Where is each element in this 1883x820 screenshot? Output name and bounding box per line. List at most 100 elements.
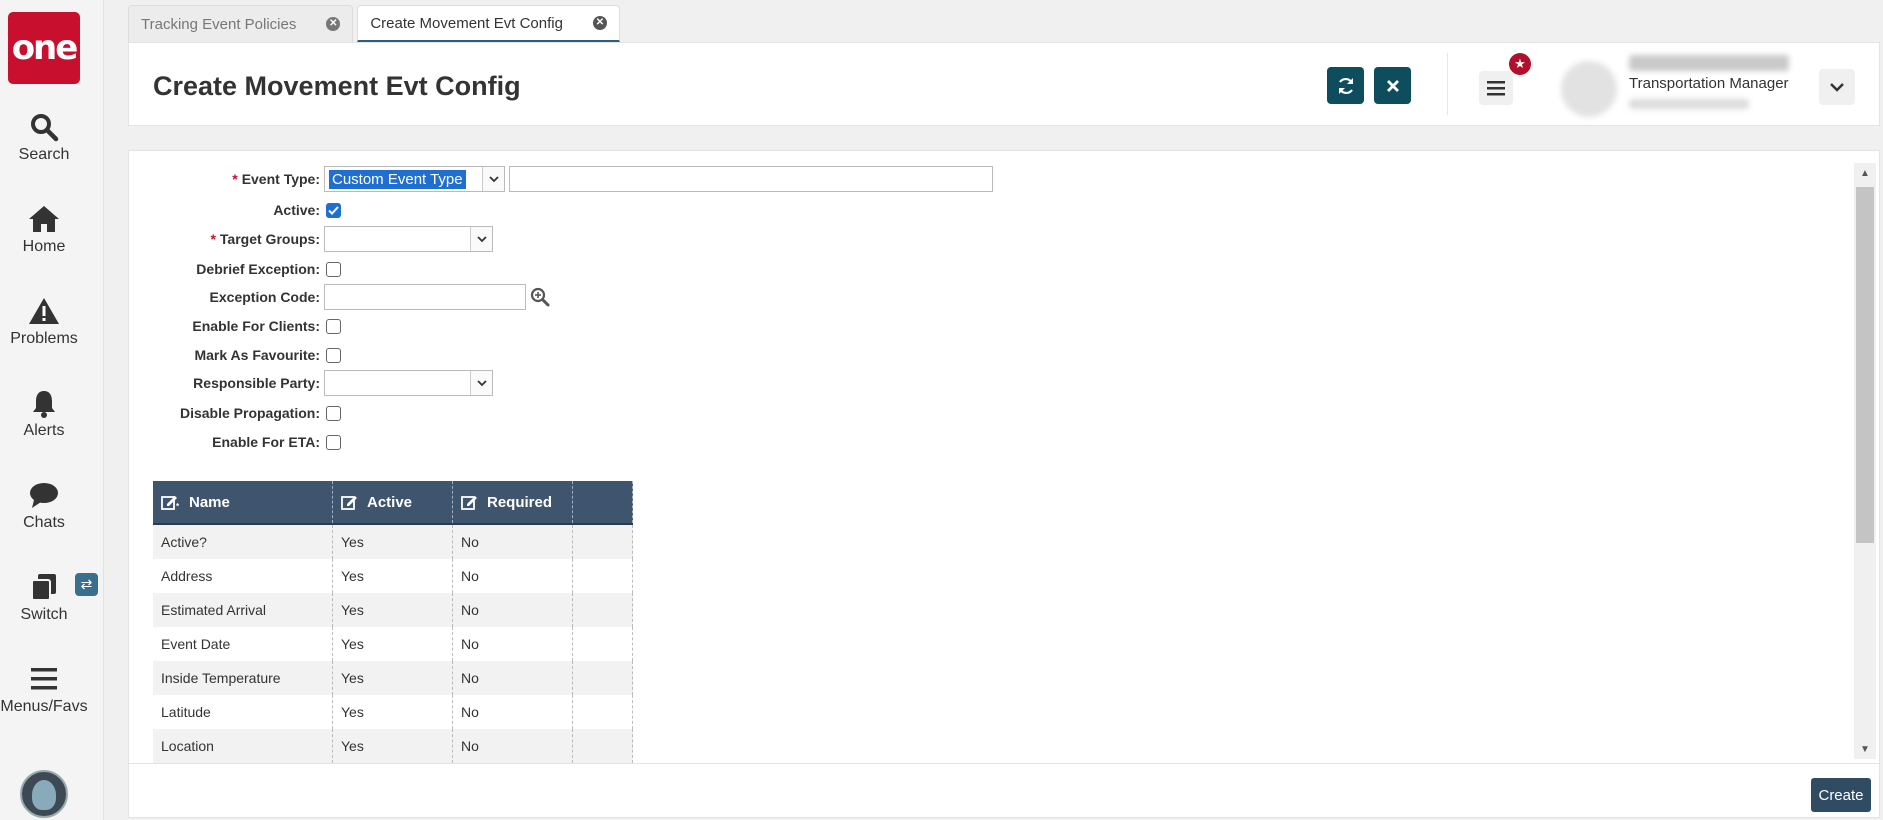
- mark-as-favourite-checkbox[interactable]: [326, 347, 341, 363]
- mark-as-favourite-label: Mark As Favourite:: [194, 347, 320, 363]
- cell-name: Address: [153, 559, 333, 593]
- sidebar-item-chats[interactable]: Chats: [0, 480, 88, 532]
- fields-grid: * Name Active Required Active? Yes No Addr…: [153, 481, 633, 763]
- column-header-active[interactable]: Active: [333, 481, 453, 523]
- exception-code-input[interactable]: [324, 284, 526, 310]
- debrief-exception-checkbox[interactable]: [326, 261, 341, 277]
- event-type-value: Custom Event Type: [329, 170, 466, 189]
- create-button[interactable]: Create: [1811, 778, 1871, 812]
- cell-name: Event Date: [153, 627, 333, 661]
- sidebar-item-menus-favs[interactable]: Menus/Favs: [0, 664, 88, 716]
- menu-icon: [31, 668, 57, 690]
- table-row[interactable]: Address Yes No: [153, 559, 633, 593]
- enable-for-eta-label: Enable For ETA:: [212, 434, 320, 450]
- cell-active[interactable]: Yes: [333, 729, 453, 763]
- assistant-avatar[interactable]: [20, 770, 68, 818]
- chevron-down-icon[interactable]: [482, 167, 504, 191]
- cell-required[interactable]: No: [453, 695, 573, 729]
- cell-required[interactable]: No: [453, 729, 573, 763]
- sidebar-item-alerts[interactable]: Alerts: [0, 388, 88, 440]
- tab-bar: Tracking Event Policies ✕ Create Movemen…: [128, 5, 624, 42]
- page-title: Create Movement Evt Config: [153, 71, 521, 101]
- tab-tracking-event-policies[interactable]: Tracking Event Policies ✕: [128, 5, 354, 42]
- column-header-blank: [573, 481, 633, 523]
- responsible-party-select[interactable]: [324, 370, 493, 396]
- cell-name: Active?: [153, 525, 333, 559]
- event-type-custom-input[interactable]: [509, 166, 993, 192]
- tab-create-movement-evt-config[interactable]: Create Movement Evt Config ✕: [357, 5, 620, 42]
- user-avatar[interactable]: [1561, 61, 1617, 117]
- cell-required[interactable]: No: [453, 661, 573, 695]
- cell-active[interactable]: Yes: [333, 695, 453, 729]
- user-menu-button[interactable]: [1819, 69, 1855, 105]
- sidebar-item-search[interactable]: Search: [0, 112, 88, 164]
- chat-icon: [30, 483, 58, 508]
- table-row[interactable]: Location Yes No: [153, 729, 633, 763]
- enable-for-eta-checkbox[interactable]: [326, 434, 341, 450]
- check-icon: [328, 205, 339, 215]
- chevron-down-icon[interactable]: [470, 227, 492, 251]
- user-name-redacted: [1629, 55, 1789, 71]
- scroll-up-arrow-icon[interactable]: ▲: [1854, 163, 1876, 183]
- user-org-redacted: [1629, 99, 1749, 109]
- refresh-button[interactable]: [1327, 67, 1364, 104]
- cell-required[interactable]: No: [453, 627, 573, 661]
- column-header-required[interactable]: Required: [453, 481, 573, 523]
- cell-required[interactable]: No: [453, 593, 573, 627]
- target-groups-label: * Target Groups:: [129, 231, 324, 247]
- close-icon[interactable]: ✕: [326, 17, 341, 31]
- tab-label: Create Movement Evt Config: [370, 14, 563, 32]
- column-header-name[interactable]: * Name: [153, 481, 333, 523]
- app-logo[interactable]: one: [8, 12, 80, 84]
- cell-required[interactable]: No: [453, 559, 573, 593]
- table-row[interactable]: Latitude Yes No: [153, 695, 633, 729]
- edit-icon: *: [161, 496, 180, 510]
- cell-required[interactable]: No: [453, 525, 573, 559]
- table-row[interactable]: Active? Yes No: [153, 525, 633, 559]
- chevron-down-icon[interactable]: [470, 371, 492, 395]
- disable-propagation-label: Disable Propagation:: [179, 405, 320, 421]
- vertical-scrollbar[interactable]: ▲ ▼: [1854, 163, 1876, 759]
- star-icon[interactable]: ★: [1509, 53, 1531, 75]
- event-type-select[interactable]: Custom Event Type: [324, 166, 505, 192]
- search-icon: [31, 114, 59, 142]
- menu-icon: [1487, 81, 1505, 96]
- active-checkbox[interactable]: [326, 202, 341, 218]
- responsible-party-row: Responsible Party:: [129, 370, 493, 396]
- required-marker: *: [210, 231, 216, 247]
- cell-name: Inside Temperature: [153, 661, 333, 695]
- scroll-thumb[interactable]: [1856, 187, 1874, 543]
- cell-active[interactable]: Yes: [333, 627, 453, 661]
- sidebar-item-problems[interactable]: Problems: [0, 296, 88, 348]
- event-type-label: * Event Type:: [129, 171, 324, 187]
- scroll-down-arrow-icon[interactable]: ▼: [1854, 739, 1876, 759]
- cell-active[interactable]: Yes: [333, 559, 453, 593]
- mark-as-favourite-row: Mark As Favourite:: [129, 342, 341, 368]
- zoom-search-icon[interactable]: [530, 287, 550, 307]
- app-root: one Search Home Problems Alerts Chats Sw…: [0, 0, 1883, 820]
- cell-active[interactable]: Yes: [333, 593, 453, 627]
- grid-body: Active? Yes No Address Yes No Estimated Arri…: [153, 525, 633, 763]
- sidebar-item-label: Home: [22, 238, 66, 255]
- chevron-down-icon: [1830, 83, 1844, 92]
- switch-arrows-icon[interactable]: ⇄: [75, 573, 98, 596]
- disable-propagation-checkbox[interactable]: [326, 405, 341, 421]
- table-row[interactable]: Inside Temperature Yes No: [153, 661, 633, 695]
- cell-active[interactable]: Yes: [333, 525, 453, 559]
- event-type-row: * Event Type: Custom Event Type: [129, 166, 993, 192]
- target-groups-select[interactable]: [324, 226, 493, 252]
- table-row[interactable]: Event Date Yes No: [153, 627, 633, 661]
- close-icon[interactable]: ✕: [592, 16, 607, 30]
- exception-code-label: Exception Code:: [209, 289, 320, 305]
- cell-active[interactable]: Yes: [333, 661, 453, 695]
- sidebar-item-home[interactable]: Home: [0, 204, 88, 256]
- home-icon: [29, 206, 59, 232]
- table-row[interactable]: Estimated Arrival Yes No: [153, 593, 633, 627]
- column-label: Required: [487, 493, 553, 511]
- refresh-icon: [1338, 77, 1353, 94]
- enable-for-clients-checkbox[interactable]: [326, 318, 341, 334]
- main-menu-button[interactable]: [1479, 71, 1513, 105]
- close-button[interactable]: [1374, 67, 1411, 104]
- target-groups-row: * Target Groups:: [129, 226, 493, 252]
- bell-icon: [33, 391, 55, 418]
